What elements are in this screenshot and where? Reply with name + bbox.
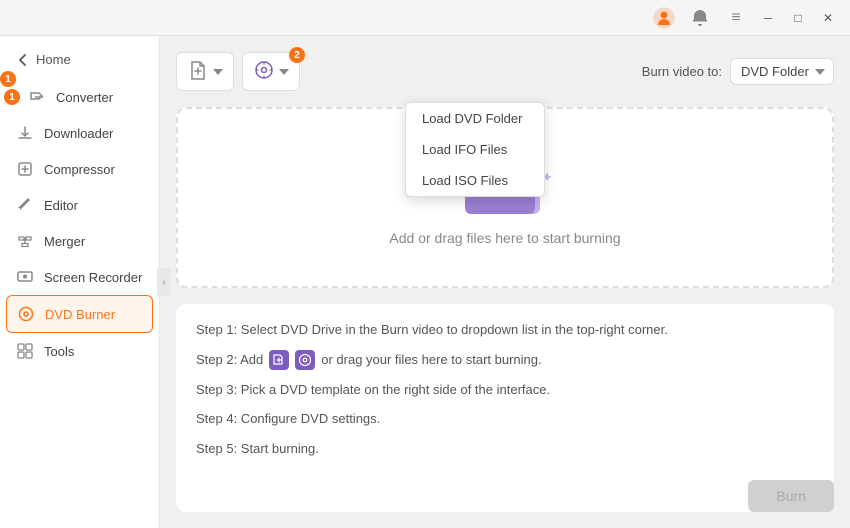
back-arrow-icon: [16, 53, 30, 67]
sidebar-item-merger[interactable]: Merger: [0, 223, 159, 259]
step-3-text: Step 3: Pick a DVD template on the right…: [196, 380, 550, 400]
close-button[interactable]: ✕: [814, 4, 842, 32]
load-dvd-icon: [253, 59, 275, 84]
user-icon[interactable]: [650, 4, 678, 32]
compressor-icon: [16, 160, 34, 178]
back-label: Home: [36, 52, 71, 67]
load-dvd-dropdown-arrow: [279, 67, 289, 77]
step-1-text: Step 1: Select DVD Drive in the Burn vid…: [196, 320, 668, 340]
sidebar-item-converter[interactable]: 1 Converter: [0, 79, 159, 115]
dvd-burner-icon: [17, 305, 35, 323]
burn-destination-select[interactable]: DVD FolderDVD DiscISO File: [730, 58, 834, 85]
sidebar: Home 1 1 Converter Downloader Compressor: [0, 36, 160, 528]
sidebar-screen-recorder-label: Screen Recorder: [44, 270, 142, 285]
title-bar-extra-icons: ≡: [650, 4, 750, 32]
dropdown-item-load-dvd-folder[interactable]: Load DVD Folder: [406, 103, 544, 134]
steps-panel: Step 1: Select DVD Drive in the Burn vid…: [176, 304, 834, 512]
step-2: Step 2: Add or drag your files here to s…: [196, 350, 814, 370]
step-1: Step 1: Select DVD Drive in the Burn vid…: [196, 320, 814, 340]
toolbar-right: Burn video to: DVD FolderDVD DiscISO Fil…: [642, 58, 834, 85]
sidebar-item-tools[interactable]: Tools: [0, 333, 159, 369]
step-4-text: Step 4: Configure DVD settings.: [196, 409, 380, 429]
minimize-button[interactable]: ─: [754, 4, 782, 32]
add-file-button[interactable]: [176, 52, 234, 91]
step-5: Step 5: Start burning.: [196, 439, 814, 459]
burn-label: Burn video to:: [642, 64, 722, 79]
screen-recorder-icon: [16, 268, 34, 286]
step-2-prefix: Step 2: Add: [196, 350, 263, 370]
toolbar: 2 Burn video to: DVD FolderDVD DiscISO F…: [176, 52, 834, 91]
sidebar-item-screen-recorder[interactable]: Screen Recorder: [0, 259, 159, 295]
add-file-icon: [187, 59, 209, 84]
load-dvd-button[interactable]: 2: [242, 52, 300, 91]
burn-button[interactable]: Burn: [748, 480, 834, 512]
sidebar-back-button[interactable]: Home: [0, 44, 159, 75]
merger-icon: [16, 232, 34, 250]
sidebar-item-downloader[interactable]: Downloader: [0, 115, 159, 151]
sidebar-item-editor[interactable]: Editor: [0, 187, 159, 223]
sidebar-merger-label: Merger: [44, 234, 85, 249]
step-3: Step 3: Pick a DVD template on the right…: [196, 380, 814, 400]
dropdown-item-load-iso-files[interactable]: Load ISO Files: [406, 165, 544, 196]
step-2-suffix: or drag your files here to start burning…: [321, 350, 541, 370]
step-2-icon-dvd: [295, 350, 315, 370]
step-4: Step 4: Configure DVD settings.: [196, 409, 814, 429]
sidebar-editor-label: Editor: [44, 198, 78, 213]
sidebar-item-dvd-burner[interactable]: DVD Burner: [6, 295, 153, 333]
dropdown-item-load-ifo-files[interactable]: Load IFO Files: [406, 134, 544, 165]
menu-icon[interactable]: ≡: [722, 4, 750, 32]
title-bar: ≡ ─ □ ✕: [0, 0, 850, 36]
downloader-icon: [16, 124, 34, 142]
editor-icon: [16, 196, 34, 214]
sidebar-converter-label: Converter: [56, 90, 113, 105]
load-dvd-badge: 2: [289, 47, 305, 63]
toolbar-left: 2: [176, 52, 300, 91]
sidebar-dvd-burner-label: DVD Burner: [45, 307, 115, 322]
maximize-button[interactable]: □: [784, 4, 812, 32]
add-file-dropdown-arrow: [213, 67, 223, 77]
step-2-icon-add: [269, 350, 289, 370]
bell-icon[interactable]: [686, 4, 714, 32]
load-dvd-dropdown-menu: Load DVD Folder Load IFO Files Load ISO …: [405, 102, 545, 197]
main-layout: Home 1 1 Converter Downloader Compressor: [0, 36, 850, 528]
sidebar-item-compressor[interactable]: Compressor: [0, 151, 159, 187]
converter-icon: [28, 88, 46, 106]
sidebar-badge: 1: [0, 71, 16, 87]
sidebar-downloader-label: Downloader: [44, 126, 113, 141]
step-5-text: Step 5: Start burning.: [196, 439, 319, 459]
collapse-handle[interactable]: ‹: [157, 268, 171, 296]
content-area: 2 Burn video to: DVD FolderDVD DiscISO F…: [160, 36, 850, 528]
converter-badge: 1: [4, 89, 20, 105]
sidebar-tools-label: Tools: [44, 344, 74, 359]
sidebar-compressor-label: Compressor: [44, 162, 115, 177]
window-controls: ─ □ ✕: [754, 4, 842, 32]
drop-zone-text: Add or drag files here to start burning: [389, 230, 620, 246]
tools-icon: [16, 342, 34, 360]
